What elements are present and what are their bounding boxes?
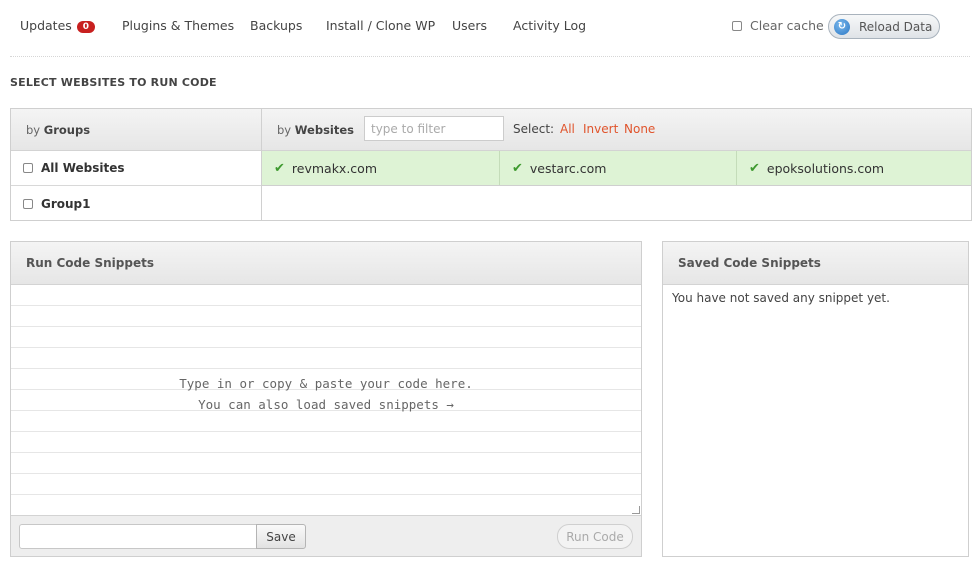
nav-plugins-themes[interactable]: Plugins & Themes: [122, 18, 234, 33]
saved-panel-title: Saved Code Snippets: [663, 242, 968, 285]
group-checkbox[interactable]: [23, 198, 33, 209]
website-label: vestarc.com: [529, 160, 607, 176]
website-label: revmakx.com: [291, 160, 378, 176]
website-filter-input[interactable]: [364, 116, 504, 141]
code-placeholder: Type in or copy & paste your code here. …: [11, 373, 641, 415]
saved-empty-message: You have not saved any snippet yet.: [672, 291, 890, 305]
snippet-name-input[interactable]: [19, 524, 257, 549]
run-code-button[interactable]: Run Code: [557, 524, 633, 549]
nav-activity-log[interactable]: Activity Log: [513, 18, 586, 33]
select-invert-link[interactable]: Invert: [583, 122, 618, 136]
by-websites-prefix: by: [277, 123, 292, 137]
run-panel-footer: Save Run Code: [11, 515, 641, 556]
by-websites-tab[interactable]: by Websites: [277, 123, 354, 137]
nav-updates-label: Updates: [20, 18, 72, 33]
check-icon: ✔: [512, 160, 523, 176]
website-item[interactable]: ✔ revmakx.com: [262, 151, 499, 185]
section-title: SELECT WEBSITES TO RUN CODE: [10, 76, 217, 89]
clear-cache-label: Clear cache: [750, 18, 824, 33]
nav-updates[interactable]: Updates 0: [20, 18, 96, 33]
run-code-panel: Run Code Snippets Type in or copy & past…: [10, 241, 642, 557]
website-item[interactable]: ✔ epoksolutions.com: [736, 151, 971, 185]
website-label: epoksolutions.com: [766, 160, 885, 176]
website-selector: by Groups by Websites Select: All Invert…: [10, 108, 972, 221]
save-snippet-button[interactable]: Save: [256, 524, 306, 549]
check-icon: ✔: [749, 160, 760, 176]
nav-users[interactable]: Users: [452, 18, 487, 33]
group-row-all-websites[interactable]: All Websites: [11, 151, 261, 186]
select-none-link[interactable]: None: [624, 122, 655, 136]
updates-count-badge: 0: [76, 21, 96, 33]
reload-icon: ↻: [834, 18, 850, 35]
select-all-link[interactable]: All: [560, 122, 575, 136]
by-groups-prefix: by: [26, 123, 41, 137]
group-checkbox[interactable]: [23, 163, 33, 173]
selector-header: by Groups by Websites Select: All Invert…: [11, 109, 971, 151]
reload-data-label: Reload Data: [859, 19, 933, 34]
websites-row-empty: [262, 186, 971, 220]
website-item[interactable]: ✔ vestarc.com: [499, 151, 736, 185]
reload-data-button[interactable]: ↻ Reload Data: [828, 14, 940, 39]
saved-snippets-panel: Saved Code Snippets You have not saved a…: [662, 241, 969, 557]
column-divider: [261, 109, 262, 220]
clear-cache-toggle[interactable]: Clear cache: [732, 18, 824, 33]
nav-install-clone[interactable]: Install / Clone WP: [326, 18, 435, 33]
run-panel-title: Run Code Snippets: [11, 242, 641, 285]
group-label: All Websites: [41, 161, 125, 175]
group-row-group1[interactable]: Group1: [11, 186, 261, 221]
placeholder-line-1: Type in or copy & paste your code here.: [179, 376, 473, 391]
by-websites-label: Websites: [294, 123, 355, 137]
nav-divider: [10, 56, 970, 57]
clear-cache-checkbox[interactable]: [732, 20, 742, 31]
code-editor[interactable]: Type in or copy & paste your code here. …: [11, 285, 641, 515]
select-label: Select:: [513, 122, 555, 136]
group-label: Group1: [41, 196, 91, 211]
check-icon: ✔: [274, 160, 285, 176]
nav-backups[interactable]: Backups: [250, 18, 302, 33]
websites-row: ✔ revmakx.com ✔ vestarc.com ✔ epoksoluti…: [262, 151, 971, 186]
by-groups-label: Groups: [43, 123, 91, 137]
placeholder-line-2: You can also load saved snippets →: [198, 397, 454, 412]
by-groups-tab[interactable]: by Groups: [26, 123, 90, 137]
top-nav: Updates 0 Plugins & Themes Backups Instal…: [0, 0, 980, 56]
resize-grip-icon[interactable]: [632, 506, 640, 514]
